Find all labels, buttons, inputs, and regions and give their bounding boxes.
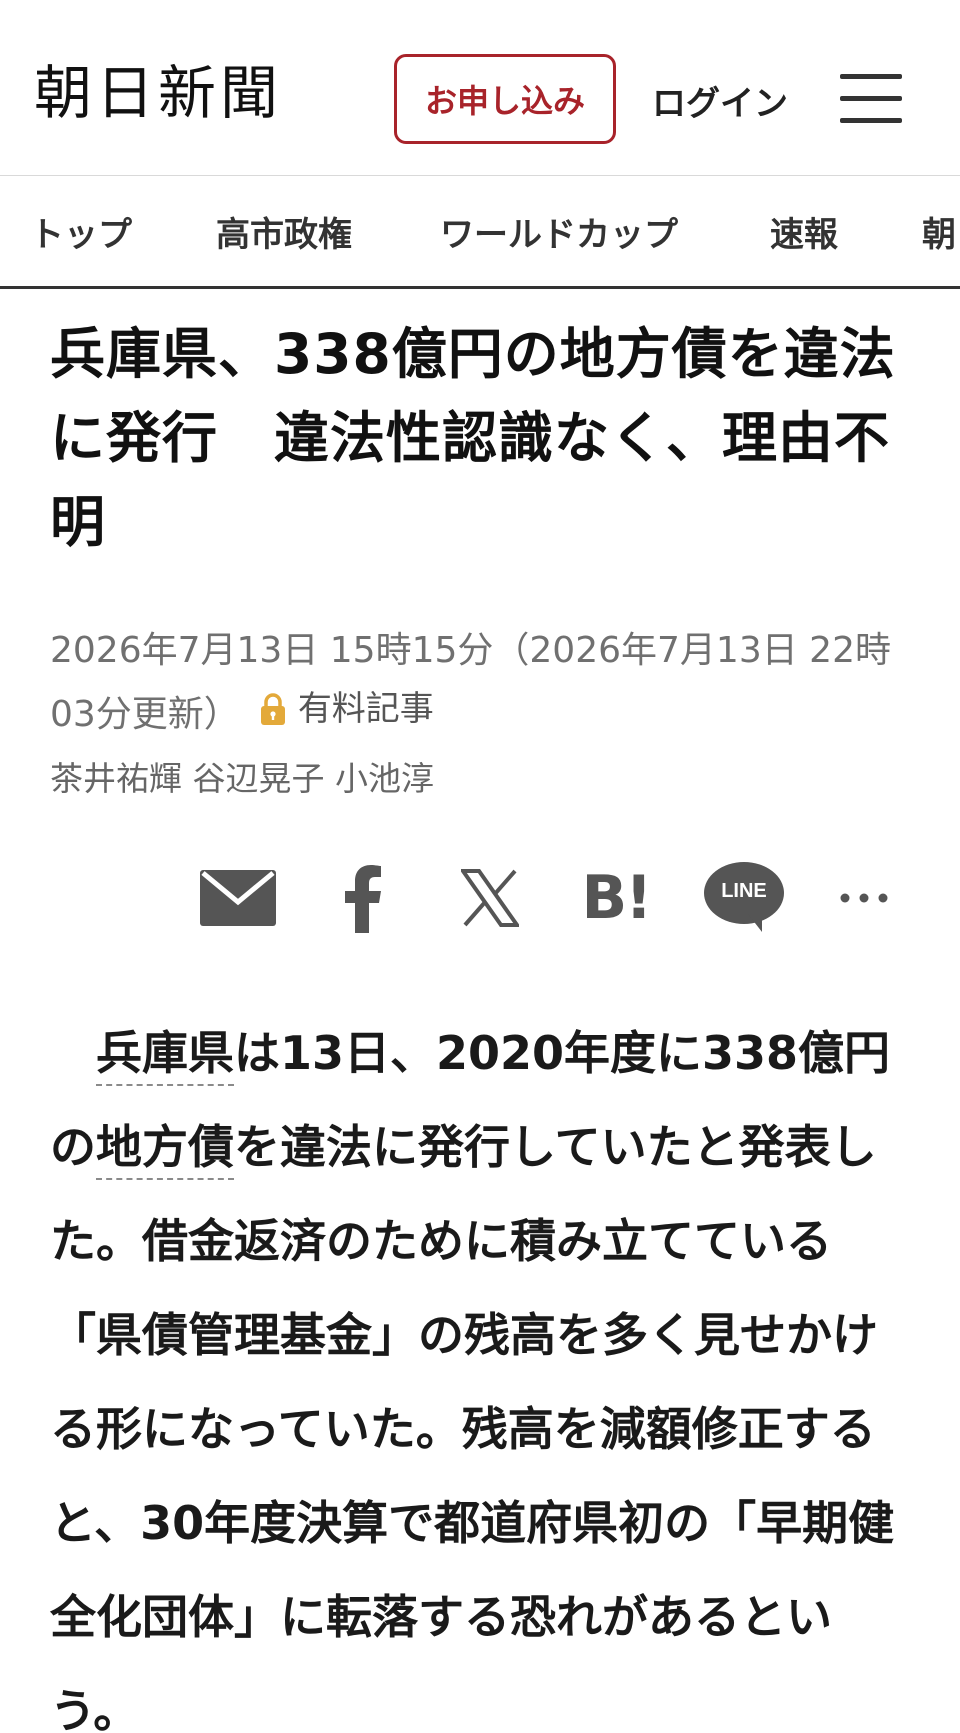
nav-item-asahi[interactable]: 朝日 [922,207,960,256]
article-authors: 茶井祐輝 谷辺晃子 小池淳 [50,759,434,798]
body-text-2: を違法に発行していたと発表した。借金返済のために積み立てている「県債管理基金」の… [50,1120,895,1733]
mail-icon[interactable] [200,858,276,938]
site-logo[interactable]: 朝日新聞 [34,64,282,122]
nav-item-takaichi[interactable]: 高市政権 [216,207,352,256]
article-date: 2026年7月13日 15時15分（2026年7月13日 22時03分更新） [50,630,891,735]
site-header: 朝日新聞 お申し込み ログイン [0,0,960,176]
apply-button[interactable]: お申し込み [394,54,616,144]
term-link-hyogo[interactable]: 兵庫県 [96,1026,234,1086]
paid-article-badge: 有料記事 [258,680,434,738]
facebook-icon[interactable] [338,858,388,938]
nav-item-breaking[interactable]: 速報 [770,207,838,256]
category-nav: トップ 高市政権 ワールドカップ 速報 朝日 [0,177,960,289]
nav-item-top[interactable]: トップ [30,207,132,256]
article-body: 兵庫県は13日、2020年度に338億円の地方債を違法に発行していたと発表した。… [50,1006,920,1733]
x-icon[interactable] [460,858,520,938]
nav-item-worldcup[interactable]: ワールドカップ [440,207,678,256]
login-link[interactable]: ログイン [652,76,788,125]
hamburger-menu-icon[interactable] [840,74,902,124]
line-icon[interactable]: LINE [702,858,786,938]
article-meta: 2026年7月13日 15時15分（2026年7月13日 22時03分更新） 有料… [50,622,920,744]
paid-label: 有料記事 [297,689,434,729]
hatena-bookmark-icon[interactable]: B! [578,858,654,938]
term-link-chihousai[interactable]: 地方債 [96,1120,234,1180]
more-icon[interactable] [836,858,892,938]
lock-icon [260,693,285,725]
article-headline: 兵庫県、338億円の地方債を違法に発行 違法性認識なく、理由不明 [50,322,896,554]
